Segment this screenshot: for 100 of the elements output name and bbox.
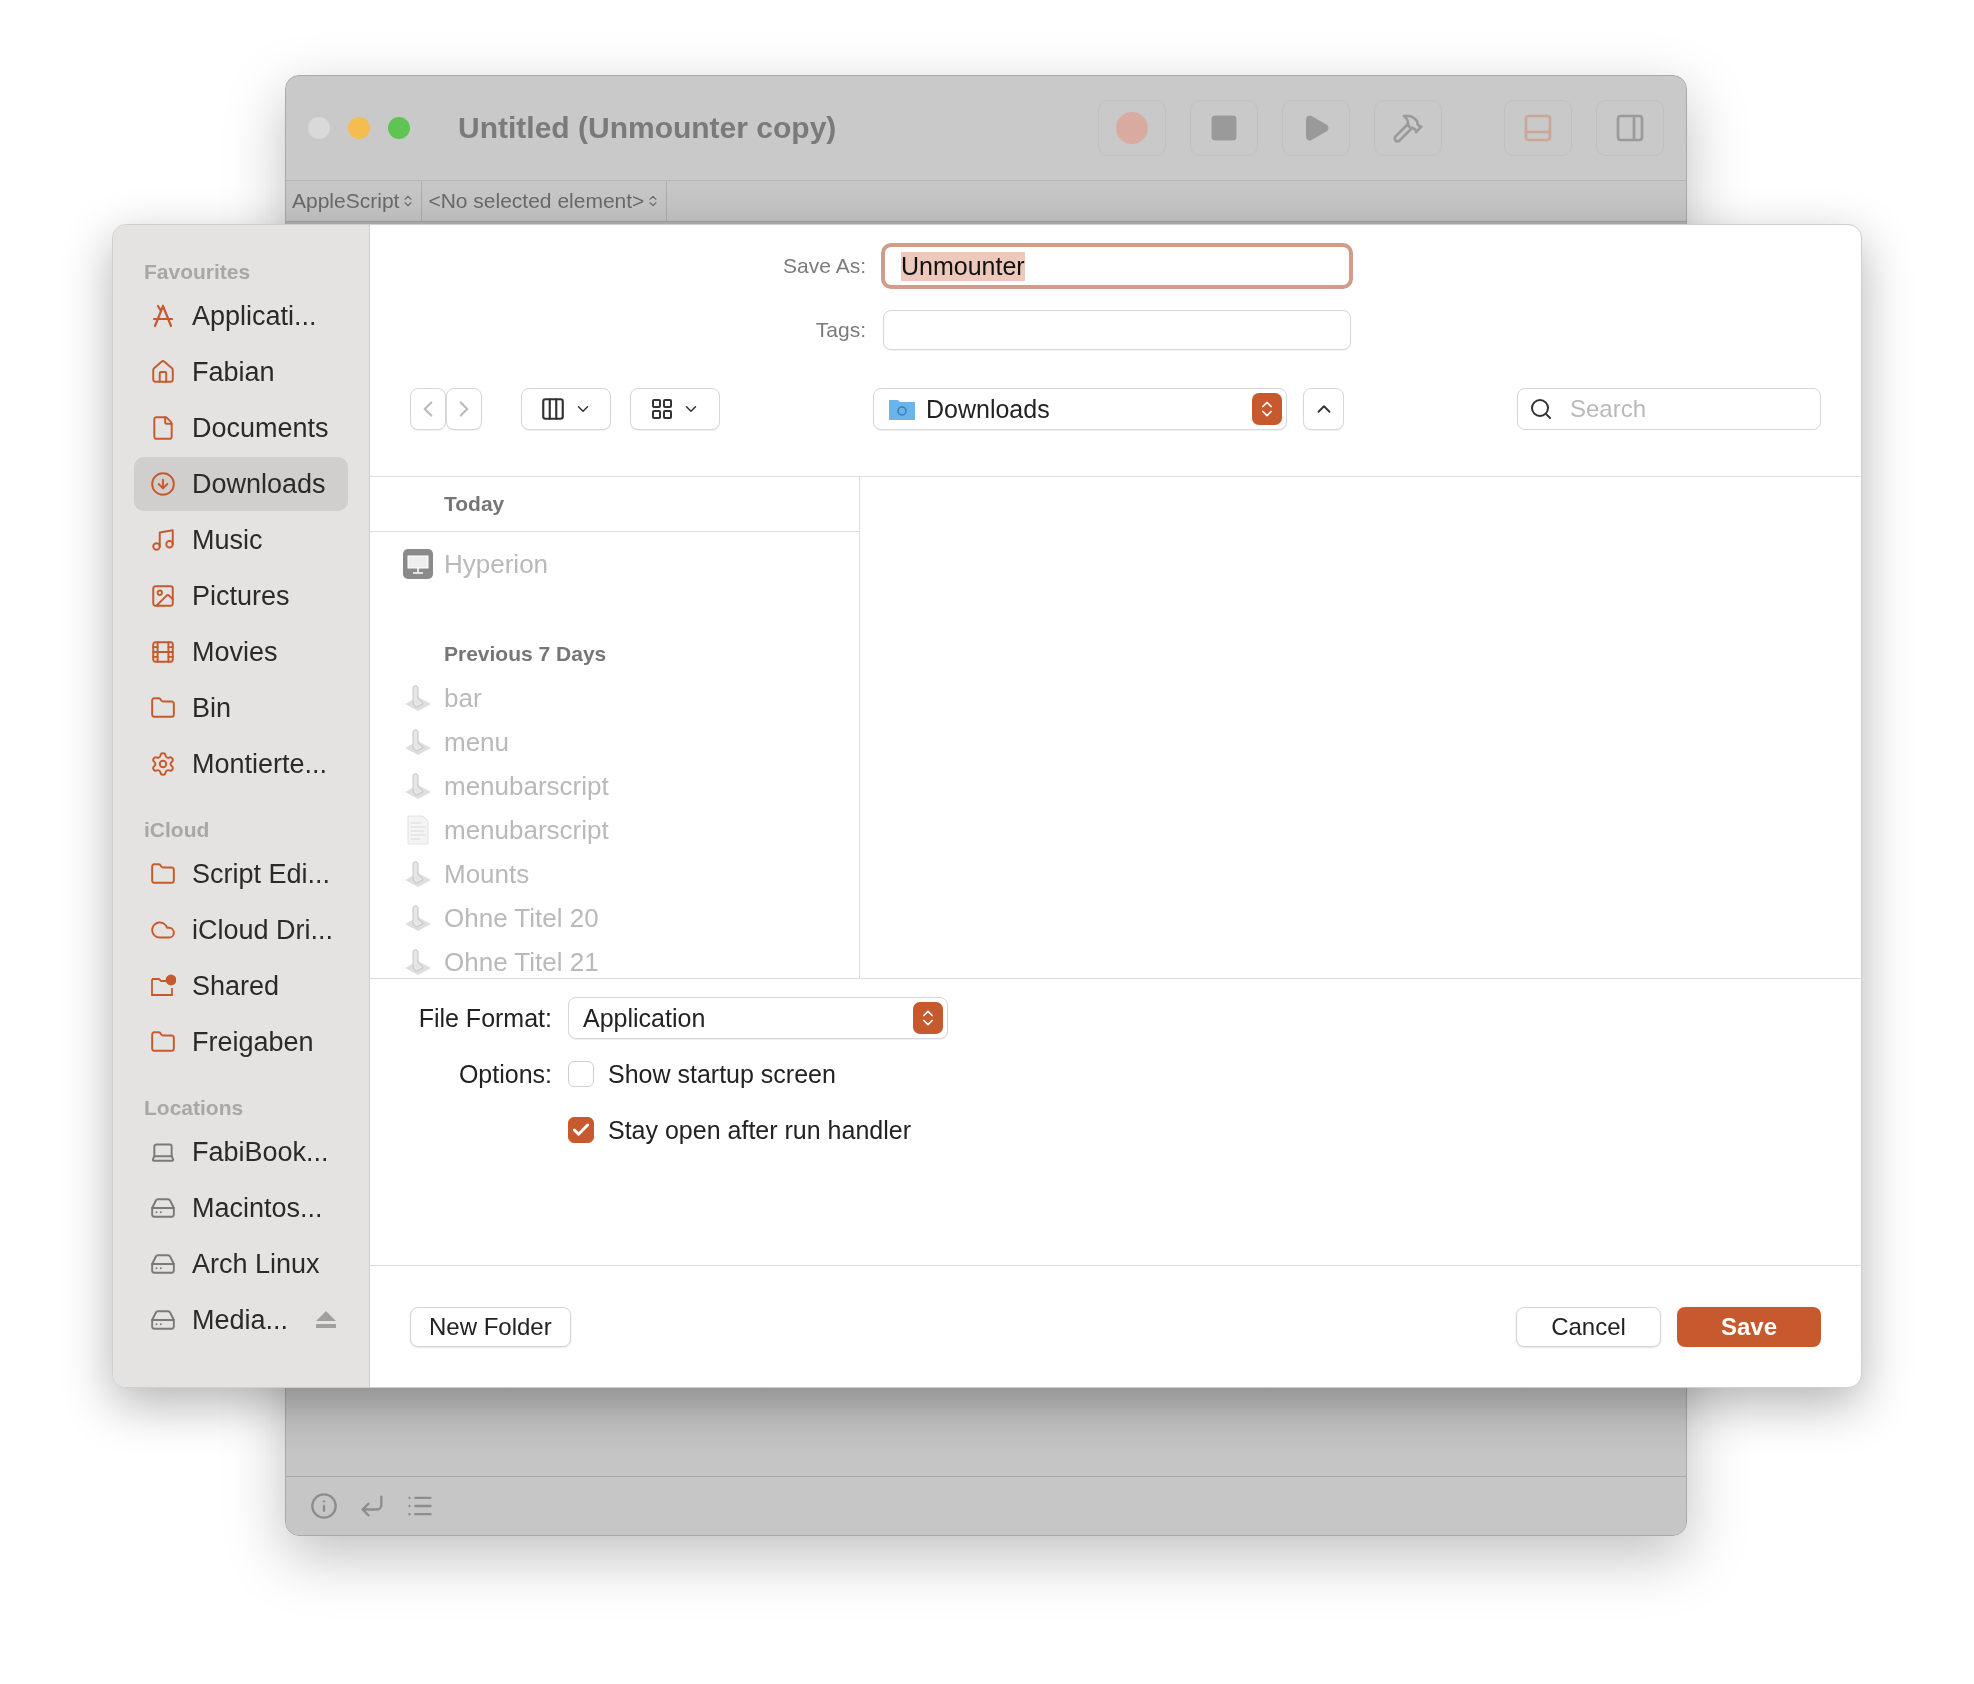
music-note-icon [150,527,176,553]
new-folder-button[interactable]: New Folder [410,1306,571,1347]
sidebar-item-label: Macintos... [192,1192,324,1224]
info-icon [310,1492,338,1520]
back-button[interactable] [410,388,446,430]
save-as-label: Save As: [782,254,866,278]
sidebar-item[interactable]: Music [134,513,348,567]
sidebar-item-label: Music [192,524,264,556]
sidebar-item[interactable]: Script Edi... [134,847,348,901]
sidebar-item-label: Applicati... [192,300,318,332]
sidebar-item[interactable]: Arch Linux [134,1237,348,1291]
sidebar-item-label: Montierte... [192,748,329,780]
file-format-label: File Format: [417,1003,552,1033]
file-format-popup[interactable]: Application [568,997,948,1039]
sidebar-item[interactable]: Freigaben [134,1015,348,1069]
sidebar-section-title: Favourites [143,259,252,285]
group-button[interactable] [630,388,720,430]
checkbox-label: Show startup screen [608,1059,836,1089]
sidebar-item-label: Shared [192,970,281,1002]
sidebar-item[interactable]: Macintos... [134,1181,348,1235]
compile-button[interactable] [1374,100,1442,156]
grid-icon [650,397,674,421]
cancel-button[interactable]: Cancel [1516,1306,1661,1347]
download-icon [150,471,176,497]
search-icon [1529,397,1553,421]
sidebar-item-label: Documents [192,412,330,444]
folder-icon [150,695,176,721]
home-icon [150,359,176,385]
applications-icon [150,303,176,329]
sidebar-item-label: Bin [192,692,233,724]
tags-label: Tags: [814,318,866,342]
file-name: menubarscript [444,814,609,846]
folder-icon [150,861,176,887]
hard-drive-icon [150,1195,176,1221]
monitor-icon [402,548,434,580]
tags-field[interactable] [883,310,1351,350]
save-button[interactable]: Save [1677,1306,1821,1347]
view-mode-button[interactable] [521,388,611,430]
right-panel-icon [1614,112,1646,144]
sidebar-item[interactable]: Montierte... [134,737,348,791]
location-popup[interactable]: Downloads [873,388,1287,430]
gear-icon [150,751,176,777]
file-name: Ohne Titel 21 [444,946,599,978]
file-name: Hyperion [444,548,549,580]
sidebar-item-label: FabiBook... [192,1136,330,1168]
sidebar-item[interactable]: Movies [134,625,348,679]
eject-icon[interactable] [316,1311,336,1329]
log-pane-button[interactable] [1504,100,1572,156]
sidebar-item-label: Freigaben [192,1026,315,1058]
hammer-icon [1392,112,1424,144]
record-icon [1115,111,1149,145]
save-as-field[interactable]: Unmounter [881,243,1353,289]
shared-folder-icon [150,973,176,999]
file-name: menubarscript [444,770,609,802]
record-button[interactable] [1098,100,1166,156]
folder-icon [150,1029,176,1055]
folder-icon [888,397,916,421]
sidebar-item-label: iCloud Dri... [192,914,335,946]
sidebar-section-title: Locations [143,1095,245,1121]
sidebar-item[interactable]: Shared [134,959,348,1013]
picture-icon [150,583,176,609]
sidebar-item[interactable]: Documents [134,401,348,455]
group-header: Today [370,477,859,532]
sidebar-item[interactable]: Pictures [134,569,348,623]
minimize-button[interactable] [348,117,370,139]
stop-icon [1209,113,1239,143]
sidebar-section-title: iCloud [143,817,211,843]
sidebar-item[interactable]: Downloads [134,457,348,511]
sidebar-item-label: Downloads [192,468,327,500]
sidebar-item[interactable]: Media... [134,1293,348,1347]
sidebar-item-label: Pictures [192,580,291,612]
sidebar-item[interactable]: Applicati... [134,289,348,343]
sidebar-item[interactable]: FabiBook... [134,1125,348,1179]
checkbox-label: Stay open after run handler [608,1115,911,1145]
file-name: bar [444,682,482,714]
checkbox[interactable] [568,1117,594,1143]
collapse-button[interactable] [1303,388,1344,430]
search-field[interactable]: Search [1517,388,1821,430]
sidebar-item[interactable]: Bin [134,681,348,735]
document-icon [150,415,176,441]
hard-drive-icon [150,1251,176,1277]
film-icon [150,639,176,665]
sidebar-item[interactable]: Fabian [134,345,348,399]
sidebar-item[interactable]: iCloud Dri... [134,903,348,957]
file-name: Ohne Titel 20 [444,902,599,934]
zoom-button[interactable] [388,117,410,139]
run-button[interactable] [1282,100,1350,156]
sidebar-item-label: Arch Linux [192,1248,321,1280]
stop-button[interactable] [1190,100,1258,156]
file-name: menu [444,726,510,758]
options-label: Options: [457,1059,552,1089]
sidebar-item-label: Media... [192,1304,290,1336]
group-header: Previous 7 Days [443,641,608,667]
sidebar-item-label: Fabian [192,356,276,388]
sidebar-item-label: Movies [192,636,279,668]
bottom-panel-icon [1522,112,1554,144]
sidebar-button[interactable] [1596,100,1664,156]
window-title: Untitled (Unmounter copy) [458,111,838,145]
columns-icon [540,396,566,422]
forward-button[interactable] [446,388,482,430]
